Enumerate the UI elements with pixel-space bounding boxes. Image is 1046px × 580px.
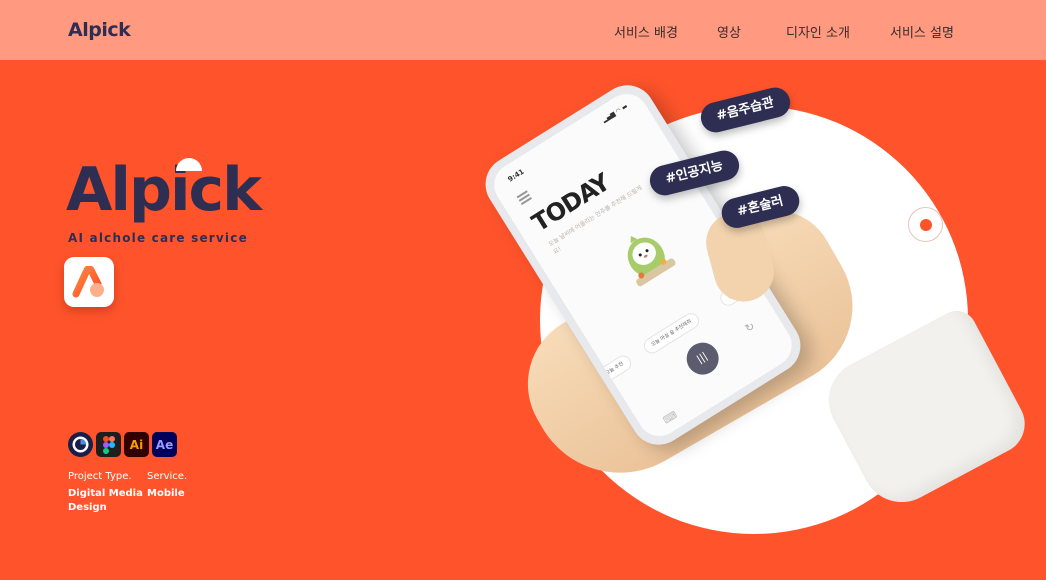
service-value: Mobile (147, 488, 185, 499)
project-type-label: Project Type. (68, 471, 132, 482)
phone-status-time: 9:41 (506, 167, 526, 184)
nav-item-video[interactable]: 영상 (717, 22, 741, 41)
project-type-value: Digital Media Design (68, 488, 143, 513)
hero-logo: Alpick (66, 155, 262, 225)
hero-tagline: AI alchole care service (68, 231, 248, 245)
keyboard-icon[interactable]: ⌨ (662, 410, 680, 427)
service-label: Service. (147, 471, 188, 482)
illustrator-icon: Ai (124, 432, 149, 457)
alpick-app-icon (72, 266, 104, 298)
hamburger-menu-icon (516, 190, 534, 207)
voice-mic-button[interactable]: ||| (680, 336, 725, 381)
app-icon (64, 257, 114, 307)
mascot-illustration (627, 236, 676, 287)
header-logo[interactable]: Alpick (68, 19, 131, 41)
nav-item-design-intro[interactable]: 디자인 소개 (786, 22, 850, 41)
indicator-dot (920, 219, 932, 231)
tool-icons: Ai Ae (68, 432, 177, 457)
after-effects-icon: Ae (152, 432, 177, 457)
cinema4d-icon (68, 432, 93, 457)
slide-indicator[interactable] (908, 207, 943, 242)
figma-icon (96, 432, 121, 457)
refresh-icon[interactable]: ↻ (743, 319, 758, 335)
nav-item-service-background[interactable]: 서비스 배경 (614, 22, 678, 41)
nav-item-service-description[interactable]: 서비스 설명 (890, 22, 954, 41)
phone-status-icons: ▂▄▆ ◠ ▬ (601, 102, 630, 124)
